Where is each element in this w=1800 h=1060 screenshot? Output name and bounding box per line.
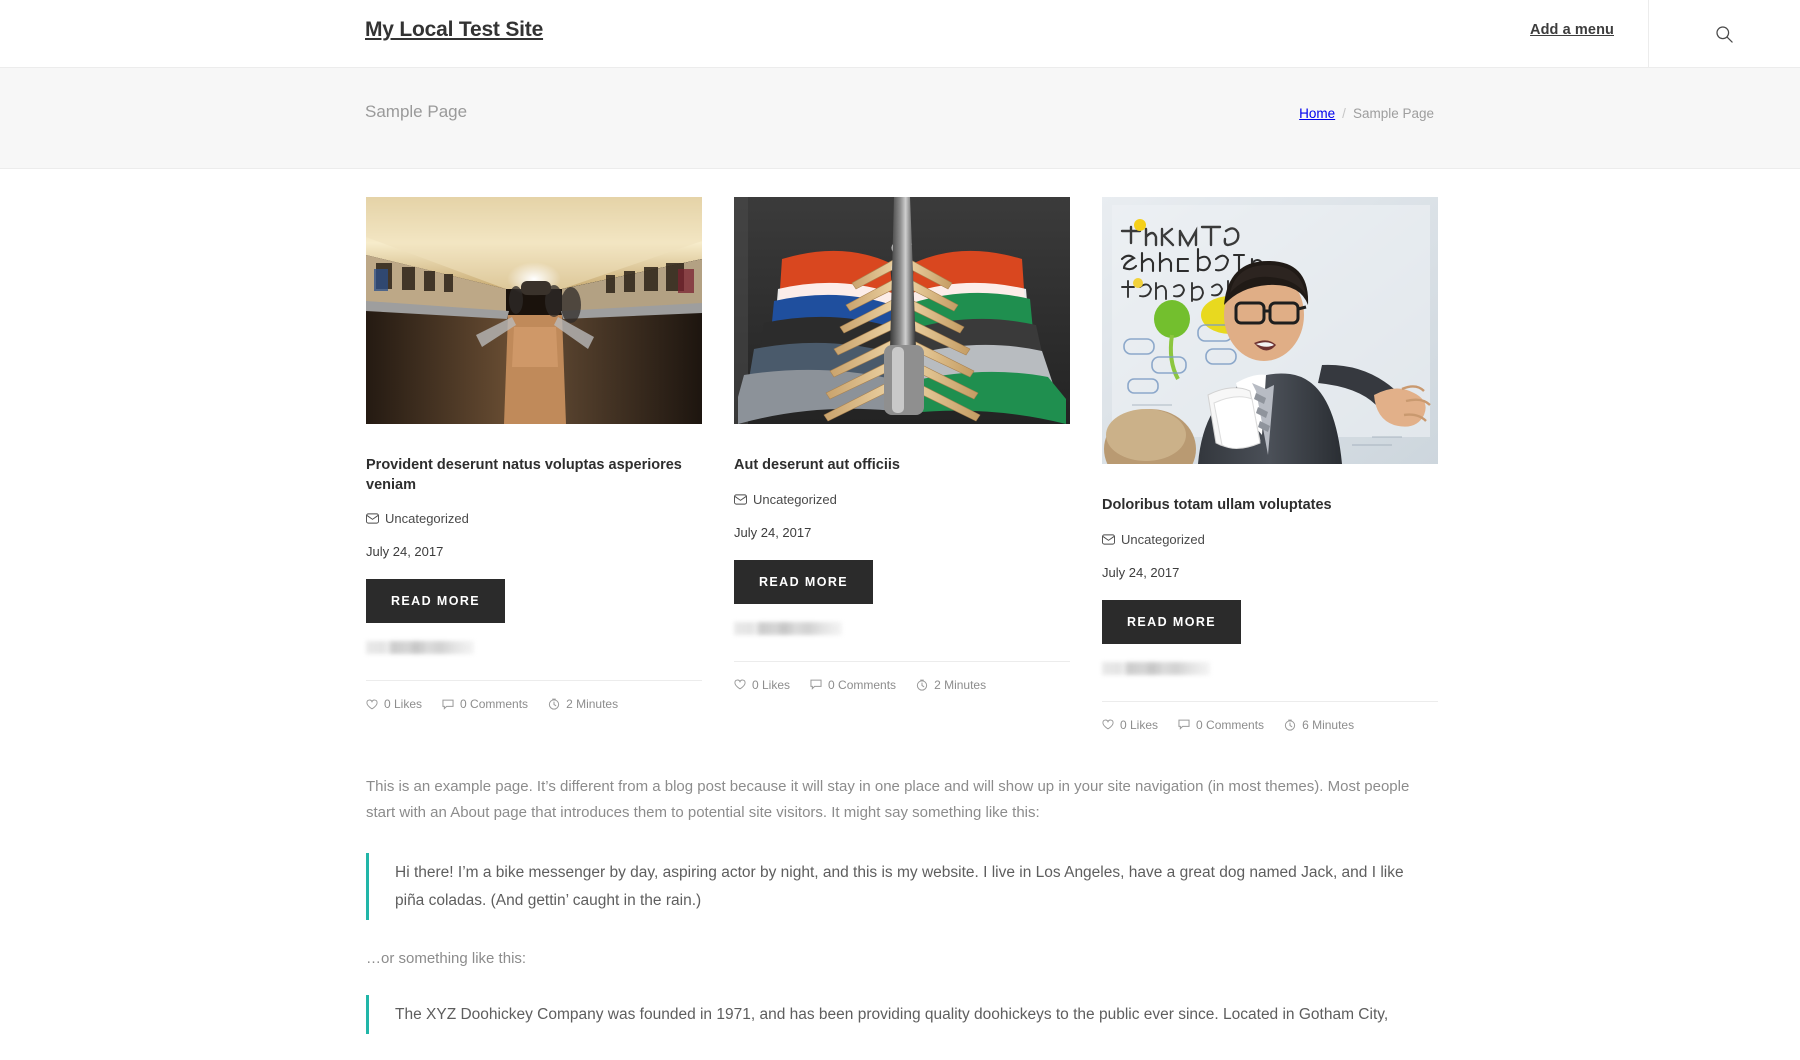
heart-icon bbox=[734, 679, 746, 690]
likes-meta[interactable]: 0 Likes bbox=[366, 697, 422, 711]
page-title-bar: Sample Page Home / Sample Page bbox=[0, 68, 1800, 169]
comments-meta[interactable]: 0 Comments bbox=[810, 678, 896, 692]
envelope-icon bbox=[734, 493, 747, 505]
posts-grid: Provident deserunt natus voluptas asperi… bbox=[366, 169, 1470, 732]
intro-paragraph: This is an example page. It’s different … bbox=[366, 777, 1410, 822]
read-time-meta: 2 Minutes bbox=[916, 678, 986, 692]
blockquote-company: The XYZ Doohickey Company was founded in… bbox=[366, 994, 1433, 1035]
comments-label: 0 Comments bbox=[828, 677, 897, 692]
post-footer-meta: 0 Likes 0 Comments bbox=[734, 660, 1070, 692]
read-more-button[interactable]: READ MORE bbox=[366, 579, 505, 624]
main-content: Provident deserunt natus voluptas asperi… bbox=[0, 169, 1800, 1035]
read-time-label: 2 Minutes bbox=[934, 677, 987, 692]
redacted-author-text bbox=[1102, 661, 1210, 675]
comment-bubble-icon bbox=[1178, 719, 1190, 730]
post-category-label: Uncategorized bbox=[385, 511, 469, 527]
post-category[interactable]: Uncategorized bbox=[366, 511, 702, 526]
post-footer-meta: 0 Likes 0 Comments bbox=[366, 680, 702, 711]
post-category-label: Uncategorized bbox=[1121, 531, 1205, 547]
blockquote-about: Hi there! I’m a bike messenger by day, a… bbox=[366, 852, 1433, 921]
blockquote-about-text: Hi there! I’m a bike messenger by day, a… bbox=[395, 863, 1404, 909]
heart-icon bbox=[366, 699, 378, 710]
likes-meta[interactable]: 0 Likes bbox=[1102, 718, 1158, 732]
clothes-hangers-image bbox=[734, 197, 1070, 424]
post-thumbnail-hangers[interactable] bbox=[734, 197, 1070, 424]
or-something-paragraph: …or something like this: bbox=[366, 950, 527, 968]
comment-bubble-icon bbox=[810, 679, 822, 690]
read-time-meta: 2 Minutes bbox=[548, 697, 618, 711]
site-header: My Local Test Site Add a menu bbox=[0, 0, 1800, 68]
comments-meta[interactable]: 0 Comments bbox=[1178, 718, 1264, 732]
post-date: July 24, 2017 bbox=[734, 524, 812, 540]
breadcrumb-current: Sample Page bbox=[1352, 106, 1434, 121]
read-time-meta: 6 Minutes bbox=[1284, 718, 1354, 732]
post-date: July 24, 2017 bbox=[366, 544, 444, 560]
site-title[interactable]: My Local Test Site bbox=[365, 18, 543, 42]
post-footer-meta: 0 Likes 0 Comments bbox=[1102, 700, 1438, 732]
subway-escalator-image bbox=[366, 197, 702, 424]
post-title[interactable]: Provident deserunt natus voluptas asperi… bbox=[366, 456, 702, 495]
post-title[interactable]: Aut deserunt aut officiis bbox=[734, 456, 1070, 476]
post-card: Aut deserunt aut officiis Uncategorized … bbox=[734, 197, 1070, 692]
breadcrumb: Home / Sample Page bbox=[1299, 106, 1434, 121]
comments-label: 0 Comments bbox=[460, 697, 529, 712]
comments-label: 0 Comments bbox=[1196, 717, 1265, 732]
read-more-button[interactable]: READ MORE bbox=[734, 559, 873, 604]
read-time-label: 6 Minutes bbox=[1302, 717, 1355, 732]
likes-label: 0 Likes bbox=[1120, 717, 1159, 732]
read-more-button[interactable]: READ MORE bbox=[1102, 599, 1241, 644]
search-button[interactable] bbox=[1648, 0, 1800, 68]
page-title: Sample Page bbox=[365, 102, 468, 121]
likes-label: 0 Likes bbox=[384, 697, 423, 712]
blockquote-company-text: The XYZ Doohickey Company was founded in… bbox=[395, 1005, 1389, 1023]
post-date: July 24, 2017 bbox=[1102, 564, 1180, 580]
envelope-icon bbox=[1102, 533, 1115, 545]
breadcrumb-separator: / bbox=[1342, 106, 1346, 121]
post-card: Doloribus totam ullam voluptates Uncateg… bbox=[1102, 197, 1438, 732]
post-thumbnail-presentation[interactable] bbox=[1102, 197, 1438, 464]
clock-icon bbox=[1284, 719, 1296, 731]
clock-icon bbox=[916, 679, 928, 691]
search-icon[interactable] bbox=[1715, 25, 1734, 44]
heart-icon bbox=[1102, 719, 1114, 730]
breadcrumb-home[interactable]: Home bbox=[1299, 106, 1335, 121]
comment-bubble-icon bbox=[442, 699, 454, 710]
clock-icon bbox=[548, 698, 560, 710]
post-category[interactable]: Uncategorized bbox=[1102, 532, 1438, 547]
post-category[interactable]: Uncategorized bbox=[734, 492, 1070, 507]
post-category-label: Uncategorized bbox=[753, 491, 837, 507]
post-title[interactable]: Doloribus totam ullam voluptates bbox=[1102, 496, 1438, 516]
add-a-menu-link[interactable]: Add a menu bbox=[1530, 22, 1614, 38]
read-time-label: 2 Minutes bbox=[566, 697, 619, 712]
post-card: Provident deserunt natus voluptas asperi… bbox=[366, 197, 702, 711]
think-tank-presentation-image bbox=[1102, 197, 1438, 464]
page-body-copy: This is an example page. It’s different … bbox=[366, 774, 1433, 1035]
post-thumbnail-subway[interactable] bbox=[366, 197, 702, 424]
redacted-author-text bbox=[366, 641, 474, 655]
comments-meta[interactable]: 0 Comments bbox=[442, 697, 528, 711]
likes-label: 0 Likes bbox=[752, 677, 791, 692]
likes-meta[interactable]: 0 Likes bbox=[734, 678, 790, 692]
envelope-icon bbox=[366, 513, 379, 524]
redacted-author-text bbox=[734, 621, 842, 635]
